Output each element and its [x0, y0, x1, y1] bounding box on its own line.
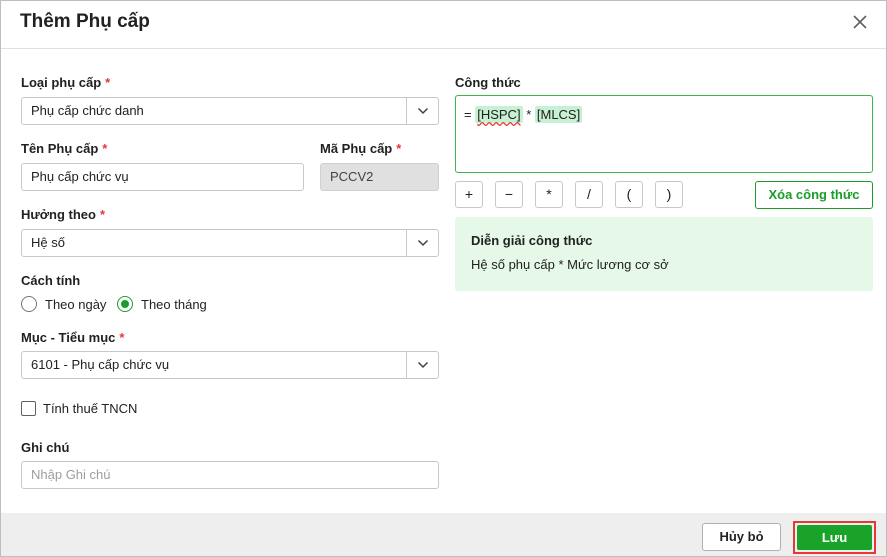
- chevron-down-icon[interactable]: [417, 238, 429, 248]
- formula-explanation-text: Hệ số phụ cấp * Mức lương cơ sở: [471, 257, 669, 272]
- required-mark: *: [99, 207, 106, 222]
- cancel-button[interactable]: Hủy bỏ: [702, 523, 781, 551]
- formula-editor[interactable]: = [HSPC] * [MLCS]: [455, 95, 873, 173]
- allowance-name-label: Tên Phụ cấp *: [21, 141, 108, 156]
- benefit-basis-value: Hệ số: [31, 235, 65, 250]
- radio-by-month-label: Theo tháng: [141, 297, 207, 312]
- required-mark: *: [105, 75, 111, 90]
- dialog-header: Thêm Phụ cấp: [1, 1, 886, 49]
- required-mark: *: [396, 141, 402, 156]
- formula-expression: = [HSPC] * [MLCS]: [464, 106, 583, 124]
- radio-by-day[interactable]: [21, 296, 37, 312]
- dialog-title: Thêm Phụ cấp: [20, 11, 150, 32]
- formula-equals: =: [464, 107, 472, 122]
- select-divider: [406, 230, 407, 256]
- clear-formula-button[interactable]: Xóa công thức: [755, 181, 873, 209]
- personal-income-tax-checkbox[interactable]: [21, 401, 36, 416]
- allowance-code-label: Mã Phụ cấp *: [320, 141, 402, 156]
- select-divider: [406, 352, 407, 378]
- benefit-basis-select[interactable]: Hệ số: [21, 229, 439, 257]
- formula-operator: *: [526, 107, 532, 122]
- allowance-type-value: Phụ cấp chức danh: [31, 103, 144, 118]
- add-allowance-dialog: Thêm Phụ cấp Loại phụ cấp * Phụ cấp chức …: [0, 0, 887, 557]
- benefit-basis-label: Hưởng theo *: [21, 207, 106, 222]
- radio-by-month[interactable]: [117, 296, 133, 312]
- required-mark: *: [102, 141, 108, 156]
- calculation-method-label: Cách tính: [21, 273, 81, 288]
- personal-income-tax-label: Tính thuế TNCN: [43, 401, 138, 416]
- radio-by-day-label: Theo ngày: [45, 297, 107, 312]
- formula-explanation-box: Diễn giải công thức Hệ số phụ cấp * Mức …: [455, 217, 873, 291]
- allowance-name-input[interactable]: Phụ cấp chức vụ: [21, 163, 304, 191]
- chevron-down-icon[interactable]: [417, 106, 429, 116]
- formula-token-hspc[interactable]: [HSPC]: [475, 106, 523, 123]
- note-label: Ghi chú: [21, 440, 70, 455]
- allowance-type-select[interactable]: Phụ cấp chức danh: [21, 97, 439, 125]
- plus-button[interactable]: +: [455, 181, 483, 208]
- close-icon[interactable]: [850, 12, 870, 32]
- budget-item-value: 6101 - Phụ cấp chức vụ: [31, 357, 170, 372]
- allowance-type-label: Loại phụ cấp *: [21, 75, 111, 90]
- close-paren-button[interactable]: ): [655, 181, 683, 208]
- select-divider: [406, 98, 407, 124]
- formula-explanation-title: Diễn giải công thức: [471, 233, 593, 248]
- open-paren-button[interactable]: (: [615, 181, 643, 208]
- budget-item-select[interactable]: 6101 - Phụ cấp chức vụ: [21, 351, 439, 379]
- note-input[interactable]: Nhập Ghi chú: [21, 461, 439, 489]
- allowance-code-input: PCCV2: [320, 163, 439, 191]
- divide-button[interactable]: /: [575, 181, 603, 208]
- save-button[interactable]: Lưu: [797, 525, 872, 550]
- budget-item-label: Mục - Tiểu mục *: [21, 330, 125, 345]
- chevron-down-icon[interactable]: [417, 360, 429, 370]
- minus-button[interactable]: −: [495, 181, 523, 208]
- required-mark: *: [119, 330, 125, 345]
- multiply-button[interactable]: *: [535, 181, 563, 208]
- formula-label: Công thức: [455, 75, 521, 90]
- formula-token-mlcs[interactable]: [MLCS]: [534, 106, 583, 123]
